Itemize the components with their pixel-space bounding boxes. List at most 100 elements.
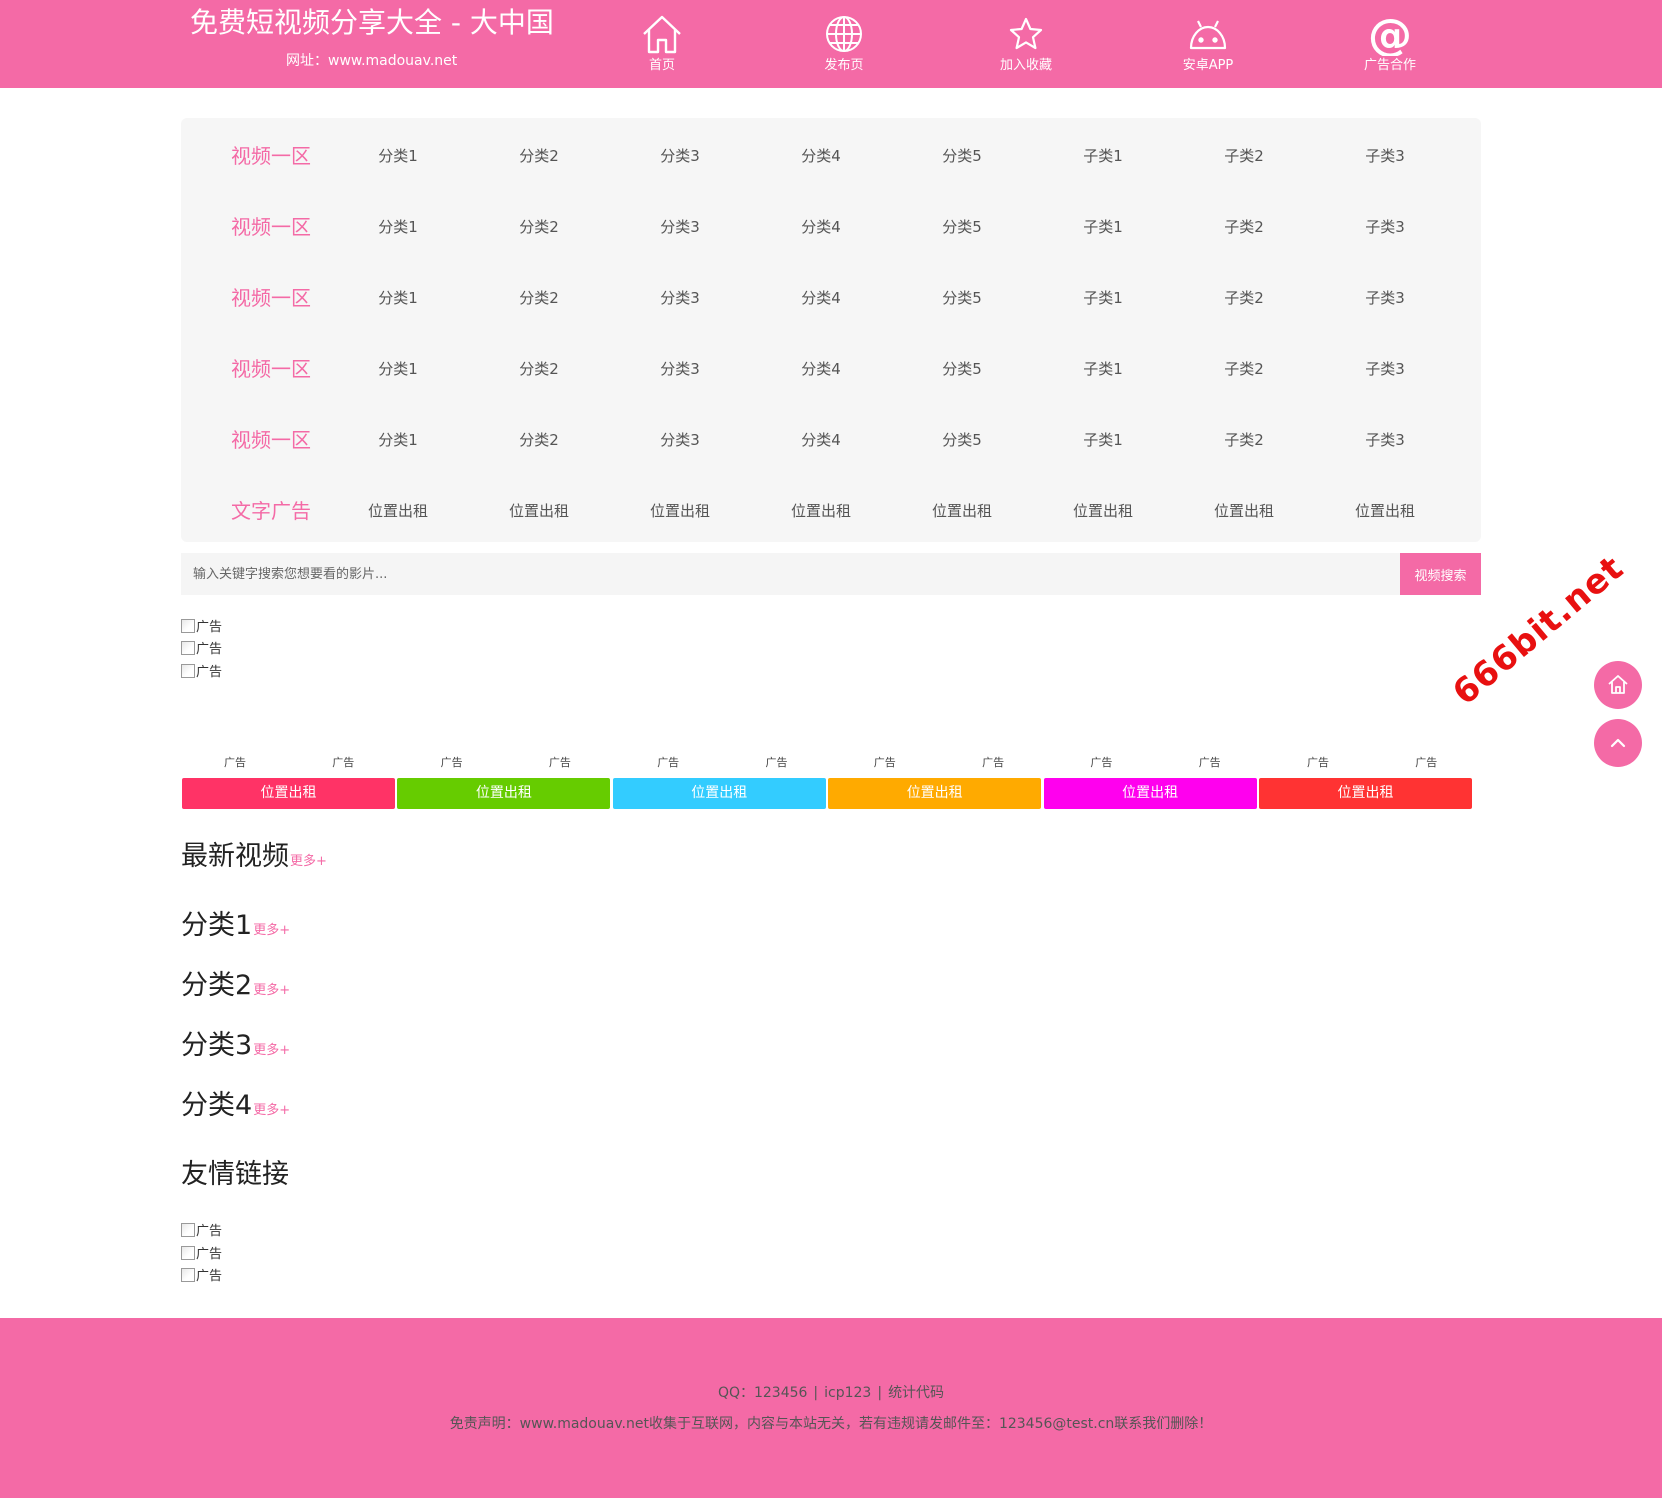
small-ad-label[interactable]: 广告: [723, 754, 831, 770]
category-link[interactable]: 子类3: [1325, 192, 1445, 263]
category-link[interactable]: 子类1: [1043, 405, 1163, 476]
category-link[interactable]: 子类3: [1325, 263, 1445, 334]
search-button[interactable]: 视频搜索: [1400, 553, 1481, 595]
rent-ad-button[interactable]: 位置出租: [1043, 778, 1257, 809]
category-link[interactable]: 位置出租: [479, 476, 599, 547]
category-link[interactable]: 分类2: [479, 405, 599, 476]
category-link[interactable]: 分类2: [479, 334, 599, 405]
category-link[interactable]: 位置出租: [902, 476, 1022, 547]
category-link[interactable]: 分类3: [620, 405, 740, 476]
category-link[interactable]: 子类1: [1043, 263, 1163, 334]
category-link[interactable]: 分类4: [761, 121, 881, 192]
rent-ad-button[interactable]: 位置出租: [397, 778, 611, 809]
category-link[interactable]: 子类2: [1184, 121, 1304, 192]
section-title: 分类2: [181, 970, 253, 1001]
friend-link-image[interactable]: 广告: [181, 1245, 222, 1265]
small-ad-label[interactable]: 广告: [398, 754, 506, 770]
category-link[interactable]: 子类3: [1325, 121, 1445, 192]
category-link[interactable]: 分类5: [902, 334, 1022, 405]
rent-ad-button[interactable]: 位置出租: [828, 778, 1042, 809]
more-link[interactable]: 更多+: [290, 854, 327, 869]
category-link[interactable]: 子类2: [1184, 192, 1304, 263]
more-link[interactable]: 更多+: [253, 923, 290, 938]
category-link[interactable]: 子类1: [1043, 334, 1163, 405]
nav-item-favorite[interactable]: 加入收藏: [966, 10, 1086, 80]
category-row-heading[interactable]: 文字广告: [211, 476, 331, 547]
footer-icp[interactable]: icp123: [824, 1385, 871, 1401]
category-link[interactable]: 分类3: [620, 192, 740, 263]
category-link[interactable]: 分类4: [761, 334, 881, 405]
category-link[interactable]: 子类2: [1184, 405, 1304, 476]
small-ad-label[interactable]: 广告: [1047, 754, 1155, 770]
category-link[interactable]: 分类4: [761, 263, 881, 334]
rent-ad-button[interactable]: 位置出租: [1259, 778, 1472, 809]
site-title[interactable]: 免费短视频分享大全 - 大中国: [190, 4, 554, 42]
rent-ad-button[interactable]: 位置出租: [182, 778, 395, 809]
more-link[interactable]: 更多+: [253, 1103, 290, 1118]
small-ad-label[interactable]: 广告: [1264, 754, 1372, 770]
category-row-heading[interactable]: 视频一区: [211, 405, 331, 476]
category-link[interactable]: 分类2: [479, 121, 599, 192]
category-link[interactable]: 子类2: [1184, 263, 1304, 334]
category-link[interactable]: 分类2: [479, 263, 599, 334]
category-link[interactable]: 子类3: [1325, 405, 1445, 476]
category-link[interactable]: 位置出租: [761, 476, 881, 547]
section-category-1: 分类1更多+: [181, 903, 290, 942]
ad-alt-text: 广告: [196, 1224, 223, 1239]
category-link[interactable]: 子类3: [1325, 334, 1445, 405]
small-ad-label[interactable]: 广告: [939, 754, 1047, 770]
more-link[interactable]: 更多+: [253, 983, 290, 998]
small-ad-label[interactable]: 广告: [1156, 754, 1264, 770]
nav-item-ad-cooperation[interactable]: @ 广告合作: [1330, 10, 1450, 80]
broken-image-icon: [181, 664, 195, 678]
category-link[interactable]: 位置出租: [338, 476, 458, 547]
small-ad-label[interactable]: 广告: [506, 754, 614, 770]
category-link[interactable]: 子类1: [1043, 121, 1163, 192]
category-link[interactable]: 分类5: [902, 263, 1022, 334]
category-link[interactable]: 分类2: [479, 192, 599, 263]
nav-item-android-app[interactable]: 安卓APP: [1148, 10, 1268, 80]
category-link[interactable]: 子类2: [1184, 334, 1304, 405]
category-link[interactable]: 分类5: [902, 405, 1022, 476]
category-link[interactable]: 分类1: [338, 121, 458, 192]
small-ad-label[interactable]: 广告: [1372, 754, 1480, 770]
small-ad-label[interactable]: 广告: [181, 754, 289, 770]
search-input[interactable]: [181, 553, 1400, 595]
category-link[interactable]: 分类5: [902, 121, 1022, 192]
small-ad-label[interactable]: 广告: [289, 754, 397, 770]
small-ad-label[interactable]: 广告: [831, 754, 939, 770]
brand: 免费短视频分享大全 - 大中国 网址：www.madouav.net: [190, 4, 554, 72]
section-title: 分类1: [181, 910, 253, 941]
category-link[interactable]: 位置出租: [1325, 476, 1445, 547]
ad-image[interactable]: 广告: [181, 663, 222, 683]
category-link[interactable]: 位置出租: [620, 476, 740, 547]
ad-image[interactable]: 广告: [181, 640, 222, 660]
category-link[interactable]: 分类1: [338, 334, 458, 405]
category-link[interactable]: 分类4: [761, 405, 881, 476]
category-link[interactable]: 分类1: [338, 263, 458, 334]
friend-link-image[interactable]: 广告: [181, 1222, 222, 1242]
category-link[interactable]: 分类3: [620, 121, 740, 192]
nav-item-home[interactable]: 首页: [602, 10, 722, 80]
category-row-heading[interactable]: 视频一区: [211, 263, 331, 334]
category-link[interactable]: 分类4: [761, 192, 881, 263]
category-row-heading[interactable]: 视频一区: [211, 334, 331, 405]
category-link[interactable]: 子类1: [1043, 192, 1163, 263]
nav-item-publish[interactable]: 发布页: [784, 10, 904, 80]
small-ad-label[interactable]: 广告: [614, 754, 722, 770]
more-link[interactable]: 更多+: [253, 1043, 290, 1058]
rent-ad-button[interactable]: 位置出租: [612, 778, 826, 809]
category-link[interactable]: 分类1: [338, 405, 458, 476]
float-home-button[interactable]: [1594, 661, 1642, 709]
category-link[interactable]: 分类5: [902, 192, 1022, 263]
back-to-top-button[interactable]: [1594, 719, 1642, 767]
ad-image[interactable]: 广告: [181, 618, 222, 638]
category-link[interactable]: 分类1: [338, 192, 458, 263]
category-row-heading[interactable]: 视频一区: [211, 121, 331, 192]
category-link[interactable]: 分类3: [620, 263, 740, 334]
category-link[interactable]: 位置出租: [1043, 476, 1163, 547]
category-link[interactable]: 位置出租: [1184, 476, 1304, 547]
category-link[interactable]: 分类3: [620, 334, 740, 405]
friend-link-image[interactable]: 广告: [181, 1267, 222, 1287]
category-row-heading[interactable]: 视频一区: [211, 192, 331, 263]
